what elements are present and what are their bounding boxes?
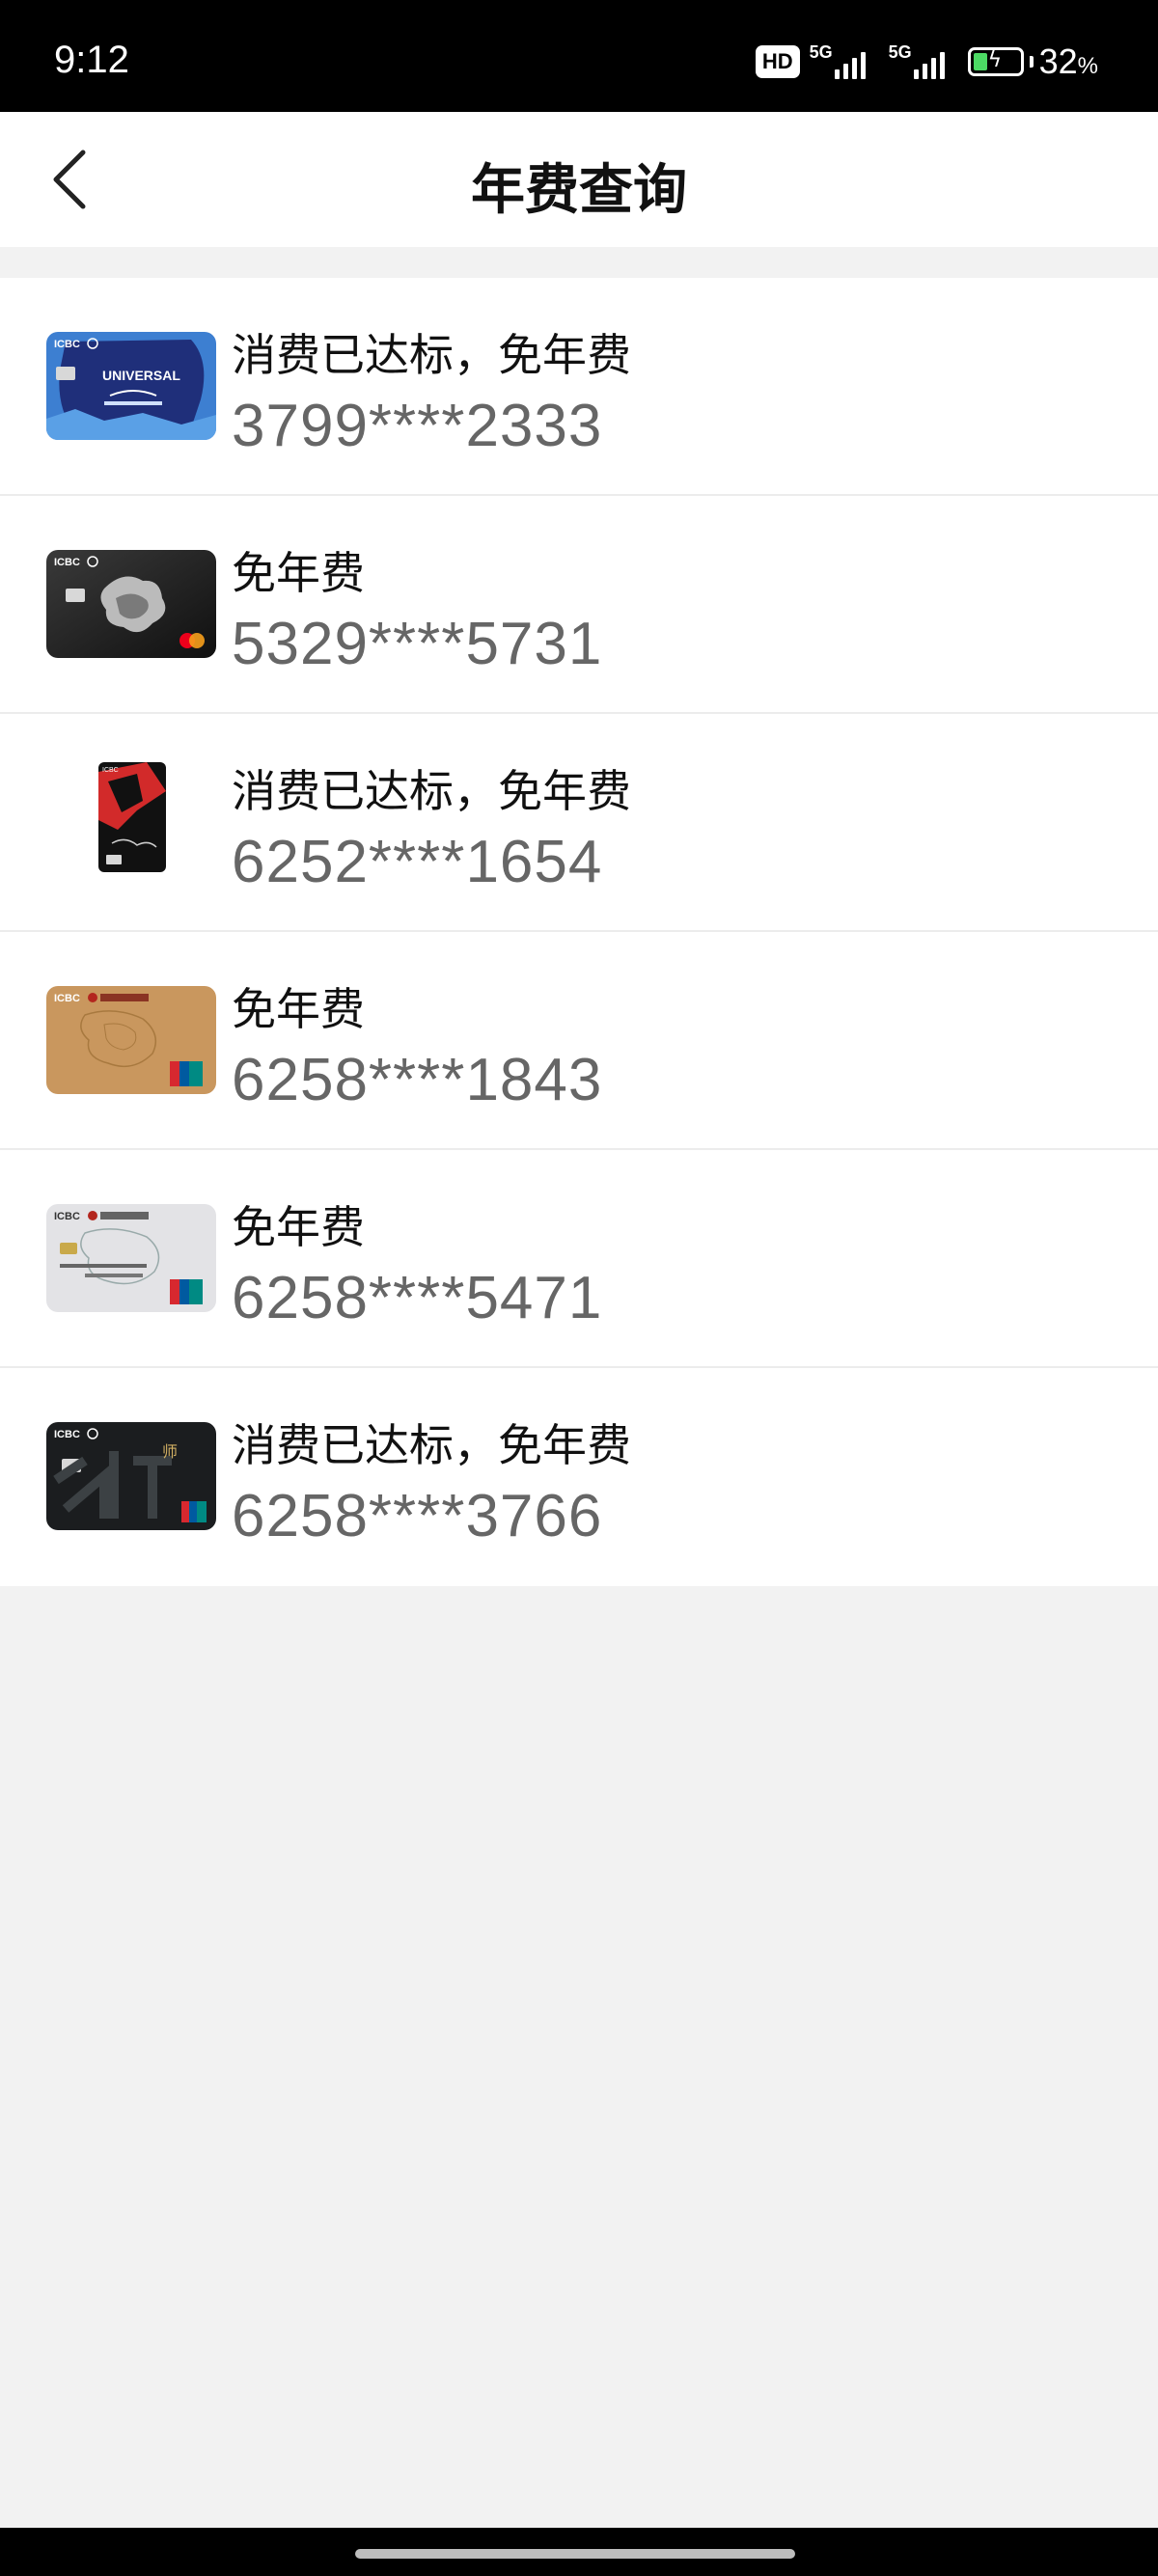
card-row[interactable]: ICBC 免年费 6258****5471 <box>0 1150 1158 1368</box>
card-number: 6258****3766 <box>232 1483 603 1549</box>
network-type-label: 5G <box>809 42 833 62</box>
svg-text:ICBC: ICBC <box>102 767 119 774</box>
card-number: 5329****5731 <box>232 611 603 677</box>
svg-text:师: 师 <box>162 1442 178 1461</box>
battery-indicator: ϟ 32% <box>967 41 1098 82</box>
svg-text:ICBC: ICBC <box>54 993 80 1004</box>
card-image: ICBC <box>46 986 216 1094</box>
card-image: ICBC 师 <box>46 1422 216 1530</box>
card-list: ICBC UNIVERSAL 消费已达标，免年费 3799****2333 IC… <box>0 278 1158 1586</box>
hd-voice-icon: HD <box>755 45 800 78</box>
card-fee-status: 免年费 <box>232 547 365 599</box>
nav-header: 年费查询 <box>0 112 1158 247</box>
card-row[interactable]: ICBC 师 消费已达标，免年费 6258****3766 <box>0 1368 1158 1586</box>
battery-icon: ϟ <box>967 47 1024 76</box>
svg-text:ICBC: ICBC <box>54 557 80 568</box>
card-image: ICBC <box>46 550 216 658</box>
cell-signal-icon: 5G <box>810 42 879 81</box>
home-indicator[interactable] <box>355 2549 795 2559</box>
card-image: ICBC <box>46 1204 216 1312</box>
card-row[interactable]: ICBC 免年费 6258****1843 <box>0 932 1158 1150</box>
card-number: 3799****2333 <box>232 393 603 459</box>
card-row[interactable]: ICBC UNIVERSAL 消费已达标，免年费 3799****2333 <box>0 278 1158 496</box>
card-fee-status: 消费已达标，免年费 <box>232 329 631 381</box>
card-fee-status: 消费已达标，免年费 <box>232 765 631 817</box>
svg-text:ICBC: ICBC <box>54 1211 80 1222</box>
card-fee-status: 免年费 <box>232 983 365 1035</box>
svg-text:ICBC: ICBC <box>54 1429 80 1440</box>
card-number: 6252****1654 <box>232 829 603 895</box>
status-bar: 9:12 HD 5G 5G ϟ 32% <box>0 0 1158 112</box>
network-type-label-2: 5G <box>888 42 912 62</box>
card-row[interactable]: ICBC 免年费 5329****5731 <box>0 496 1158 714</box>
card-image: ICBC <box>98 762 166 872</box>
battery-percent: 32% <box>1038 41 1098 81</box>
card-fee-status: 消费已达标，免年费 <box>232 1419 631 1471</box>
card-number: 6258****1843 <box>232 1047 603 1113</box>
card-image: ICBC UNIVERSAL <box>46 332 216 440</box>
svg-text:ICBC: ICBC <box>54 339 80 350</box>
status-icons: HD 5G 5G ϟ 32% <box>755 41 1098 82</box>
page-title: 年费查询 <box>471 159 687 222</box>
svg-text:UNIVERSAL: UNIVERSAL <box>102 368 180 383</box>
card-row[interactable]: ICBC 消费已达标，免年费 6252****1654 <box>0 714 1158 932</box>
card-fee-status: 免年费 <box>232 1201 365 1253</box>
card-number: 6258****5471 <box>232 1265 603 1331</box>
cell-signal-icon-2: 5G <box>889 42 958 81</box>
status-time: 9:12 <box>54 39 129 81</box>
